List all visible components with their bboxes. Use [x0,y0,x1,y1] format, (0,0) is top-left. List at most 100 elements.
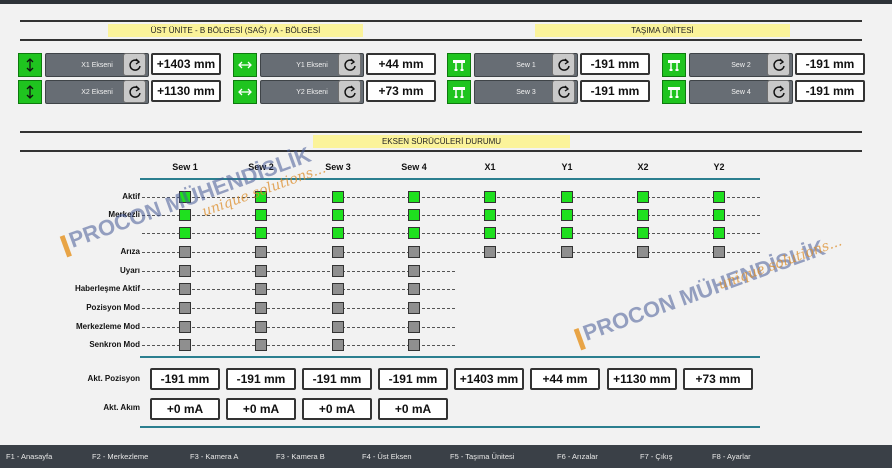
status-indicator [408,191,420,203]
axis-value-sew-3: -191 mm [580,80,650,102]
reset-button-sew-4[interactable] [767,80,790,103]
jog-button-sew-4[interactable] [662,80,686,104]
vertical-arrows-icon [22,84,38,100]
status-indicator [408,321,420,333]
status-indicator [179,339,191,351]
drive-status-title: EKSEN SÜRÜCÜLERİ DURUMU [313,135,570,148]
actual-current-value: +0 mA [302,398,372,420]
jog-button-sew-2[interactable] [662,53,686,77]
status-indicator [561,227,573,239]
axis-group-y2-ekseni: Y2 Ekseni +73 mm [233,80,448,104]
status-indicator [637,191,649,203]
axis-value-x2-ekseni: +1130 mm [151,80,221,102]
jog-button-y2-ekseni[interactable] [233,80,257,104]
status-indicator [255,227,267,239]
reset-button-y1-ekseni[interactable] [338,53,361,76]
actual-current-value: +0 mA [150,398,220,420]
refresh-icon [342,84,358,100]
jog-button-x1-ekseni[interactable] [18,53,42,77]
status-indicator [713,209,725,221]
jog-button-sew-3[interactable] [447,80,471,104]
actual-position-value: +44 mm [530,368,600,390]
status-indicator [255,265,267,277]
refresh-icon [771,57,787,73]
function-key-5[interactable]: F4 - Üst Eksen [362,452,412,461]
status-row-guide [142,252,760,253]
status-indicator [255,209,267,221]
status-indicator [484,246,496,258]
top-bar [0,0,892,4]
status-indicator [179,265,191,277]
status-indicator [255,339,267,351]
status-column-header: Y2 [713,162,725,172]
axis-value-x1-ekseni: +1403 mm [151,53,221,75]
status-indicator [713,227,725,239]
upper-unit-title: ÜST ÜNİTE - B BÖLGESİ (SAĞ) / A - BÖLGES… [108,24,363,37]
readout-bottom-line [140,426,760,428]
reset-button-y2-ekseni[interactable] [338,80,361,103]
axis-group-x2-ekseni: X2 Ekseni +1130 mm [18,80,233,104]
status-indicator [332,246,344,258]
status-indicator [408,227,420,239]
status-indicator [179,227,191,239]
section-divider [20,20,862,22]
jog-button-y1-ekseni[interactable] [233,53,257,77]
status-indicator [332,209,344,221]
section-divider [20,131,862,133]
function-key-1[interactable]: F1 - Anasayfa [6,452,52,461]
vertical-arrows-icon [22,57,38,73]
actual-current-value: +0 mA [378,398,448,420]
section-divider [20,39,862,41]
axis-group-sew-3: Sew 3 -191 mm [447,80,662,104]
status-indicator [713,191,725,203]
status-bottom-line [140,356,760,358]
horizontal-arrows-icon [237,57,253,73]
status-indicator [332,265,344,277]
status-indicator [637,227,649,239]
reset-button-sew-2[interactable] [767,53,790,76]
status-indicator [484,191,496,203]
function-key-9[interactable]: F8 - Ayarlar [712,452,751,461]
status-row-label: Senkron Mod [89,340,140,349]
status-indicator [255,321,267,333]
axis-group-sew-1: Sew 1 -191 mm [447,53,662,77]
status-indicator [332,283,344,295]
actual-position-value: -191 mm [378,368,448,390]
status-indicator [179,321,191,333]
axis-group-sew-4: Sew 4 -191 mm [662,80,877,104]
jog-button-sew-1[interactable] [447,53,471,77]
reset-button-sew-3[interactable] [552,80,575,103]
actual-current-value: +0 mA [226,398,296,420]
status-indicator [561,246,573,258]
current-row-label: Akt. Akım [103,403,140,412]
status-indicator [408,302,420,314]
function-key-6[interactable]: F5 - Taşıma Ünitesi [450,452,514,461]
status-column-header: Y1 [561,162,573,172]
jog-button-x2-ekseni[interactable] [18,80,42,104]
status-indicator [484,227,496,239]
function-key-8[interactable]: F7 - Çıkış [640,452,673,461]
status-indicator [561,191,573,203]
status-indicator [179,246,191,258]
position-row-label: Akt. Pozisyon [87,374,140,383]
status-column-header: Sew 4 [401,162,427,172]
status-indicator [255,246,267,258]
status-row-guide [142,233,760,234]
status-indicator [408,246,420,258]
reset-button-sew-1[interactable] [552,53,575,76]
lift-icon [666,57,682,73]
function-key-4[interactable]: F3 - Kamera B [276,452,325,461]
function-key-3[interactable]: F3 - Kamera A [190,452,238,461]
actual-position-value: +73 mm [683,368,753,390]
reset-button-x1-ekseni[interactable] [123,53,146,76]
status-column-header: X2 [637,162,649,172]
actual-position-value: +1130 mm [607,368,677,390]
function-key-7[interactable]: F6 - Arızalar [557,452,598,461]
axis-group-y1-ekseni: Y1 Ekseni +44 mm [233,53,448,77]
lift-icon [451,84,467,100]
reset-button-x2-ekseni[interactable] [123,80,146,103]
function-key-2[interactable]: F2 - Merkezleme [92,452,148,461]
actual-position-value: -191 mm [302,368,372,390]
axis-value-sew-1: -191 mm [580,53,650,75]
status-indicator [332,227,344,239]
